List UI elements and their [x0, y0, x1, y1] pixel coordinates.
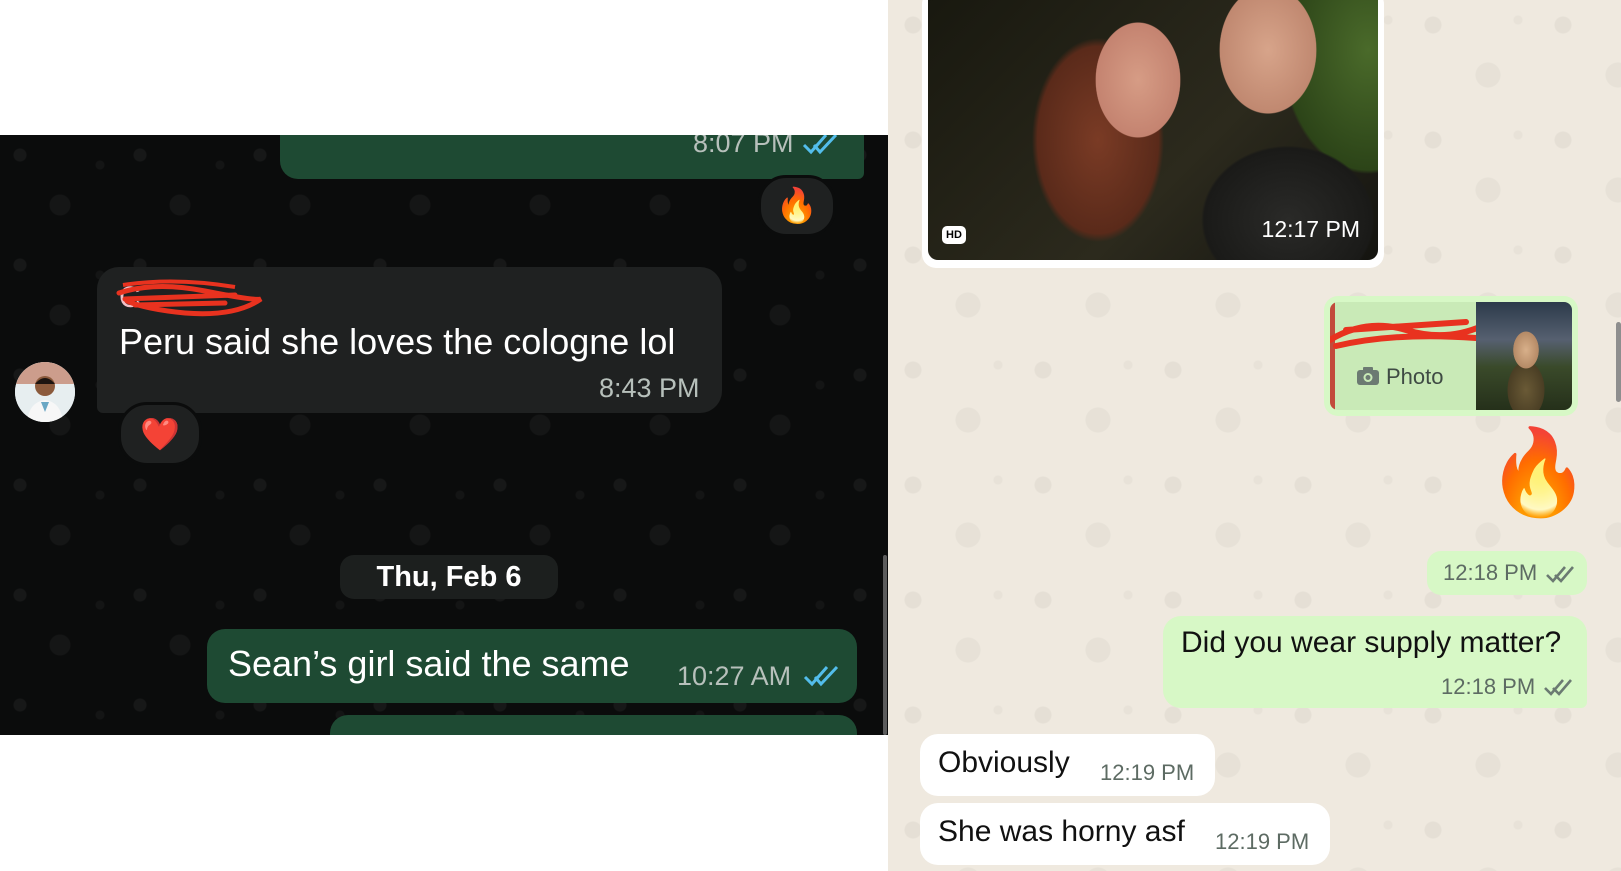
quoted-reply[interactable]: Photo [1324, 296, 1578, 416]
red-scribble-icon [116, 279, 263, 317]
incoming-message-bubble[interactable]: She was horny asf 12:19 PM [920, 803, 1330, 865]
redacted-sender-name: C [115, 277, 265, 321]
hd-badge: HD [942, 226, 966, 244]
read-ticks-icon [1546, 566, 1574, 583]
read-ticks-icon [802, 135, 838, 155]
outgoing-message-bubble[interactable] [330, 715, 857, 735]
heart-reaction[interactable]: ❤️ [118, 402, 202, 466]
red-scribble-icon [1330, 319, 1485, 349]
scrollbar[interactable] [883, 555, 887, 735]
date-separator: Thu, Feb 6 [340, 555, 558, 599]
dark-chat-panel[interactable]: 8:07 PM 🔥 C Peru said she loves the colo… [0, 135, 888, 735]
message-time: 12:19 PM [1215, 829, 1310, 854]
light-chat-panel[interactable]: HD 12:17 PM Photo 🔥 12:18 PM Did you wea… [888, 0, 1621, 871]
message-text: Did you wear supply matter? [1181, 626, 1562, 659]
fire-emoji-message[interactable]: 🔥 [1486, 430, 1591, 514]
camera-icon [1357, 367, 1379, 385]
message-time: 8:07 PM [693, 135, 794, 158]
read-ticks-icon [1544, 679, 1572, 696]
message-time: 12:19 PM [1100, 760, 1195, 785]
outgoing-message-bubble[interactable]: Sean’s girl said the same 10:27 AM [207, 629, 857, 703]
quoted-type-label: Photo [1386, 364, 1444, 389]
message-time: 8:43 PM [599, 373, 700, 403]
reply-time-chip: 12:18 PM [1427, 551, 1587, 595]
fire-reaction[interactable]: 🔥 [758, 175, 836, 237]
message-text: Obviously [938, 746, 1070, 779]
fire-emoji-icon: 🔥 [775, 187, 819, 225]
outgoing-message-bubble[interactable]: Did you wear supply matter? 12:18 PM [1163, 616, 1587, 708]
message-time: 12:18 PM [1441, 674, 1536, 699]
incoming-message-bubble[interactable]: C Peru said she loves the cologne lol 8:… [97, 267, 722, 413]
message-text: Peru said she loves the cologne lol [119, 321, 676, 362]
contact-avatar[interactable] [15, 362, 75, 422]
avatar-person-icon [15, 362, 75, 422]
scrollbar[interactable] [1616, 322, 1621, 402]
photo-message[interactable]: HD 12:17 PM [922, 0, 1384, 268]
read-ticks-icon [803, 665, 839, 687]
quoted-message[interactable]: Photo [1330, 302, 1572, 410]
outgoing-message-bubble[interactable]: 8:07 PM [280, 135, 864, 179]
heart-emoji-icon: ❤️ [140, 416, 180, 452]
message-time: 12:17 PM [1261, 216, 1360, 242]
message-text: She was horny asf [938, 815, 1185, 848]
quoted-photo-thumbnail [1476, 302, 1572, 410]
incoming-message-bubble[interactable]: Obviously 12:19 PM [920, 734, 1215, 796]
message-time: 12:18 PM [1443, 560, 1538, 585]
message-time: 10:27 AM [677, 661, 792, 691]
message-text: Sean’s girl said the same [228, 643, 630, 684]
